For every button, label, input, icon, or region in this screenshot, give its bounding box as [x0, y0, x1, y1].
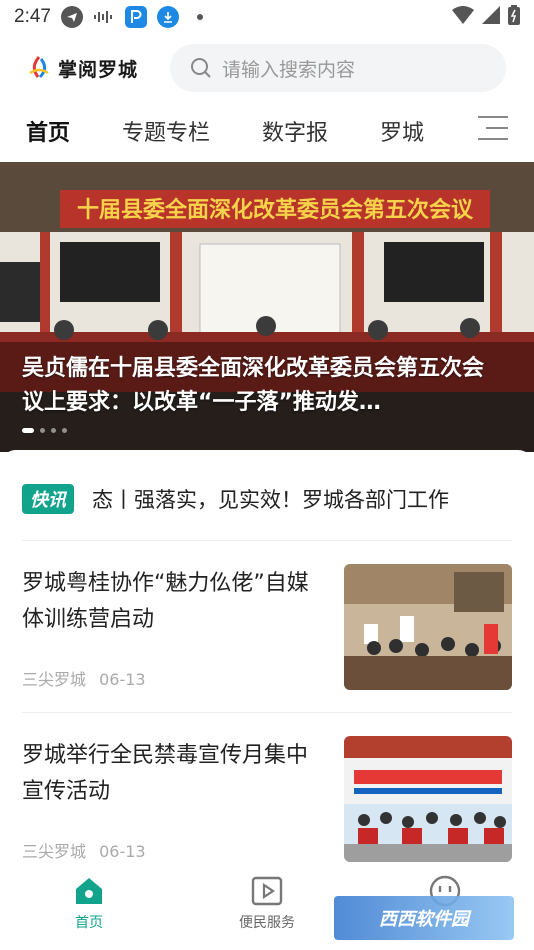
- wifi-icon: [452, 6, 474, 28]
- home-icon: [76, 878, 102, 904]
- logo-mark-icon: [29, 56, 49, 79]
- search-placeholder: 请输入搜索内容: [222, 58, 356, 81]
- tab-home[interactable]: 首页: [26, 115, 70, 147]
- news-thumbnail: [344, 736, 512, 862]
- carousel-dot[interactable]: [51, 428, 56, 433]
- tab-digital-newspaper[interactable]: 数字报: [262, 115, 328, 147]
- nav-home[interactable]: 首页: [0, 868, 178, 950]
- news-meta: 三尖罗城 06-13: [22, 838, 146, 862]
- play-icon: [251, 876, 283, 906]
- carousel-dot[interactable]: [62, 428, 67, 433]
- news-date: 06-13: [99, 670, 146, 689]
- carousel-dot[interactable]: [40, 428, 45, 433]
- signal-icon: [482, 6, 500, 28]
- audio-wave-icon: [93, 6, 115, 28]
- banner-title: 吴贞儒在十届县委全面深化改革委员会第五次会议上要求：以改革“一子落”推动发…: [22, 356, 485, 415]
- status-bar: 2:47: [0, 0, 534, 34]
- download-icon: [156, 6, 179, 28]
- carousel-dot[interactable]: [22, 428, 34, 433]
- news-date: 06-13: [99, 842, 146, 861]
- tab-special-topics[interactable]: 专题专栏: [122, 115, 210, 147]
- nav-home-label: 首页: [75, 915, 103, 931]
- app-logo: 掌阅罗城: [24, 53, 138, 83]
- app-p-icon: [124, 6, 147, 28]
- news-source: 三尖罗城: [22, 842, 87, 861]
- status-time: 2:47: [14, 6, 51, 27]
- divider: [22, 712, 512, 713]
- news-source: 三尖罗城: [22, 670, 87, 689]
- flash-text: 态丨强落实，见实效！罗城各部门工作: [92, 488, 449, 512]
- tab-luocheng[interactable]: 罗城: [380, 115, 424, 147]
- carousel-indicator: [22, 428, 67, 433]
- channel-tabs: 首页 专题专栏 数字报 罗城: [0, 104, 534, 158]
- dot-icon: [189, 6, 211, 28]
- banner-sign-text: 十届县委全面深化改革委员会第五次会议: [77, 197, 474, 223]
- watermark-text: 西西软件园: [379, 909, 469, 930]
- channel-menu-icon[interactable]: [478, 116, 508, 144]
- news-thumbnail: [344, 564, 512, 690]
- app-header: 掌阅罗城 请输入搜索内容: [0, 40, 534, 96]
- banner-carousel[interactable]: 十届县委全面深化改革委员会第五次会议 吴贞儒在十届县委全面深化改革委员会第五次会…: [0, 162, 534, 452]
- divider: [22, 540, 512, 541]
- content-sheet: 快讯 态丨强落实，见实效！罗城各部门工作 罗城粤桂协作“魅力仫佬”自媒体训练营启…: [0, 450, 534, 870]
- nav-services[interactable]: 便民服务: [178, 868, 356, 950]
- nav-services-label: 便民服务: [239, 915, 295, 931]
- news-title: 罗城粤桂协作“魅力仫佬”自媒体训练营启动: [22, 571, 309, 632]
- flash-news-ticker[interactable]: 快讯 态丨强落实，见实效！罗城各部门工作: [22, 484, 512, 514]
- news-item[interactable]: 罗城举行全民禁毒宣传月集中宣传活动 三尖罗城 06-13: [22, 736, 512, 862]
- search-input[interactable]: 请输入搜索内容: [170, 44, 507, 92]
- news-item[interactable]: 罗城粤桂协作“魅力仫佬”自媒体训练营启动 三尖罗城 06-13: [22, 564, 512, 690]
- flash-badge: 快讯: [22, 484, 74, 514]
- news-meta: 三尖罗城 06-13: [22, 666, 146, 690]
- news-title: 罗城举行全民禁毒宣传月集中宣传活动: [22, 743, 309, 804]
- telegram-icon: [60, 6, 83, 28]
- battery-icon: [508, 5, 520, 29]
- search-icon: [191, 58, 211, 78]
- logo-text: 掌阅罗城: [58, 58, 139, 81]
- watermark-logo: 西西软件园: [334, 896, 514, 940]
